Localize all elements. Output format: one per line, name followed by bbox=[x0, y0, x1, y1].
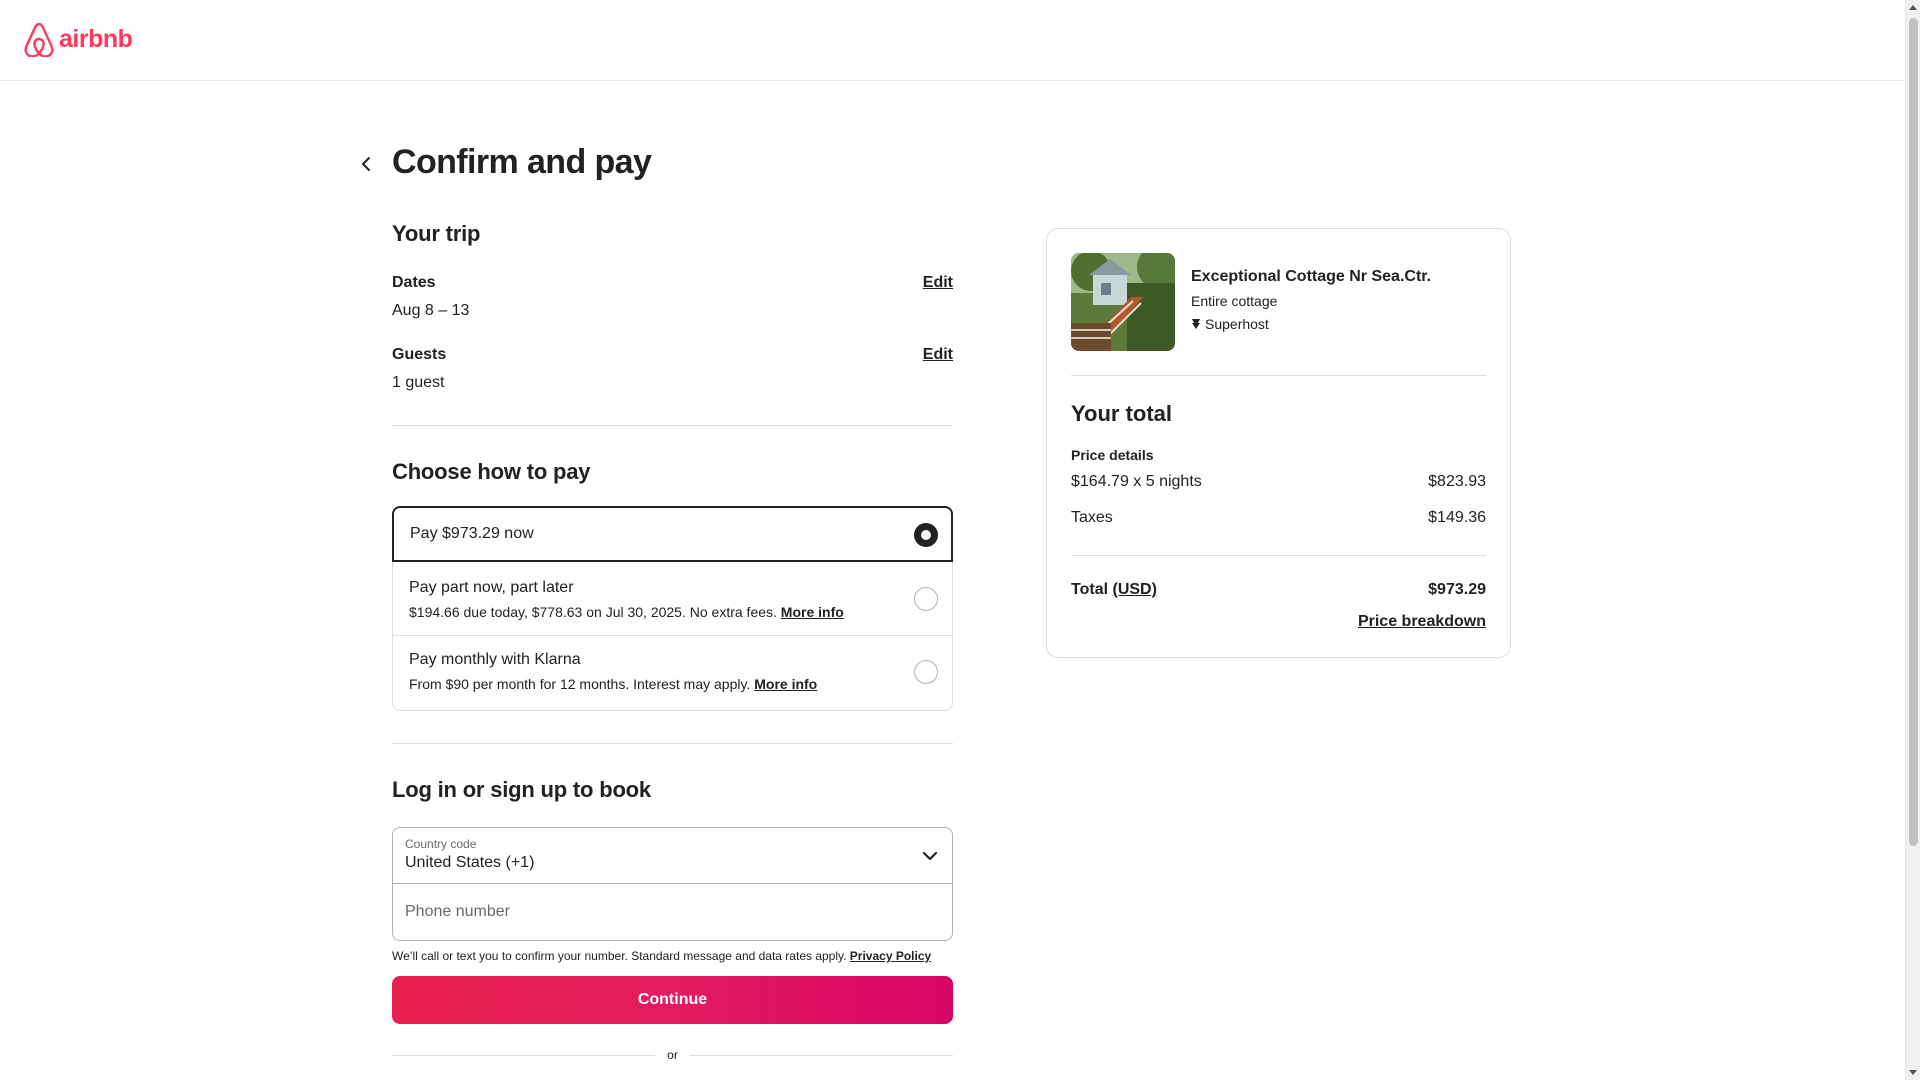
airbnb-logo[interactable]: airbnb bbox=[23, 23, 133, 57]
guests-value: 1 guest bbox=[392, 374, 445, 391]
superhost-label: Superhost bbox=[1205, 316, 1269, 332]
currency-link[interactable]: (USD) bbox=[1112, 581, 1156, 598]
superhost-badge: Superhost bbox=[1191, 315, 1431, 333]
or-label: or bbox=[667, 1048, 678, 1062]
divider bbox=[392, 743, 953, 744]
logo-text: airbnb bbox=[59, 24, 133, 53]
page-scrollbar[interactable] bbox=[1905, 0, 1920, 1080]
chevron-down-icon bbox=[922, 851, 938, 861]
pay-part-radio[interactable] bbox=[914, 587, 938, 611]
or-line-left bbox=[392, 1054, 656, 1056]
listing-type: Entire cottage bbox=[1191, 293, 1278, 309]
listing-photo[interactable] bbox=[1071, 253, 1175, 351]
dates-row: Dates Aug 8 – 13 Edit bbox=[392, 273, 953, 321]
pay-part-more-info-link[interactable]: More info bbox=[781, 604, 844, 620]
legal-text: We’ll call or text you to confirm your n… bbox=[392, 949, 847, 963]
klarna-description: From $90 per month for 12 months. Intere… bbox=[409, 675, 936, 693]
your-total-title: Your total bbox=[1071, 401, 1173, 426]
total-label-group: Total (USD) bbox=[1071, 580, 1157, 600]
listing-info: Exceptional Cottage Nr Sea.Ctr. Entire c… bbox=[1191, 253, 1431, 351]
or-separator: or bbox=[392, 1048, 954, 1062]
legal-notice: We’ll call or text you to confirm your n… bbox=[392, 948, 953, 964]
scroll-up-arrow-icon[interactable] bbox=[1909, 5, 1917, 10]
or-line-right bbox=[689, 1054, 954, 1056]
scroll-down-arrow-icon[interactable] bbox=[1909, 1070, 1917, 1075]
privacy-policy-link[interactable]: Privacy Policy bbox=[850, 949, 931, 963]
price-breakdown-link[interactable]: Price breakdown bbox=[1071, 612, 1486, 632]
chevron-left-icon bbox=[362, 157, 370, 171]
checkout-main: Your trip Dates Aug 8 – 13 Edit Guests 1… bbox=[392, 220, 954, 1062]
country-code-value: United States (+1) bbox=[405, 854, 535, 871]
pay-now-radio[interactable] bbox=[914, 523, 938, 547]
edit-dates-button[interactable]: Edit bbox=[923, 273, 953, 293]
klarna-label: Pay monthly with Klarna bbox=[409, 651, 581, 668]
nightly-price-label: $164.79 x 5 nights bbox=[1071, 473, 1202, 490]
nightly-price-amount: $823.93 bbox=[1428, 473, 1486, 490]
listing-title: Exceptional Cottage Nr Sea.Ctr. bbox=[1191, 268, 1432, 285]
klarna-more-info-link[interactable]: More info bbox=[754, 676, 817, 692]
taxes-amount: $149.36 bbox=[1428, 509, 1486, 526]
dates-label: Dates bbox=[392, 274, 436, 291]
taxes-label: Taxes bbox=[1071, 509, 1113, 526]
trip-section: Your trip Dates Aug 8 – 13 Edit Guests 1… bbox=[392, 220, 953, 393]
divider bbox=[392, 425, 953, 426]
pay-part-description: $194.66 due today, $778.63 on Jul 30, 20… bbox=[409, 603, 936, 621]
pay-now-option[interactable]: Pay $973.29 now bbox=[392, 506, 953, 562]
back-button[interactable] bbox=[352, 150, 380, 178]
booking-summary-card: Exceptional Cottage Nr Sea.Ctr. Entire c… bbox=[1046, 228, 1511, 658]
country-code-select[interactable]: Country code United States (+1) bbox=[393, 828, 952, 884]
country-code-label: Country code bbox=[405, 837, 477, 851]
pay-part-later-option[interactable]: Pay part now, part later $194.66 due tod… bbox=[393, 562, 952, 636]
klarna-radio[interactable] bbox=[914, 660, 938, 684]
klarna-option[interactable]: Pay monthly with Klarna From $90 per mon… bbox=[393, 636, 952, 710]
payment-section: Choose how to pay Pay $973.29 now Pay pa… bbox=[392, 458, 953, 711]
dates-value: Aug 8 – 13 bbox=[392, 302, 470, 319]
phone-number-input[interactable]: Phone number bbox=[393, 884, 952, 940]
trip-title: Your trip bbox=[392, 221, 481, 246]
guests-label: Guests bbox=[392, 346, 447, 363]
klarna-sub-text: From $90 per month for 12 months. Intere… bbox=[409, 676, 751, 692]
payment-options: Pay $973.29 now Pay part now, part later… bbox=[392, 506, 953, 711]
scrollbar-thumb[interactable] bbox=[1909, 18, 1918, 846]
total-label: Total bbox=[1071, 581, 1109, 598]
edit-guests-button[interactable]: Edit bbox=[923, 345, 953, 365]
total-row: Total (USD) $973.29 bbox=[1071, 580, 1486, 600]
pay-part-label: Pay part now, part later bbox=[409, 579, 574, 596]
phone-form: Country code United States (+1) Phone nu… bbox=[392, 827, 953, 941]
total-amount: $973.29 bbox=[1428, 581, 1486, 598]
guests-row: Guests 1 guest Edit bbox=[392, 345, 953, 393]
login-section: Log in or sign up to book Country code U… bbox=[392, 776, 954, 1062]
taxes-row: Taxes $149.36 bbox=[1071, 508, 1486, 556]
listing-photo-image bbox=[1071, 253, 1175, 351]
nightly-price-row: $164.79 x 5 nights $823.93 bbox=[1071, 472, 1486, 492]
price-details-label: Price details bbox=[1071, 447, 1154, 463]
top-header: airbnb bbox=[0, 0, 1905, 81]
pay-now-label: Pay $973.29 now bbox=[410, 525, 534, 542]
listing-summary: Exceptional Cottage Nr Sea.Ctr. Entire c… bbox=[1071, 253, 1486, 376]
superhost-icon bbox=[1192, 319, 1200, 329]
payment-title: Choose how to pay bbox=[392, 459, 591, 484]
page-title: Confirm and pay bbox=[392, 143, 652, 181]
continue-button[interactable]: Continue bbox=[392, 976, 953, 1024]
login-title: Log in or sign up to book bbox=[392, 777, 651, 802]
pay-part-sub-text: $194.66 due today, $778.63 on Jul 30, 20… bbox=[409, 604, 777, 620]
airbnb-logo-icon bbox=[24, 23, 54, 57]
